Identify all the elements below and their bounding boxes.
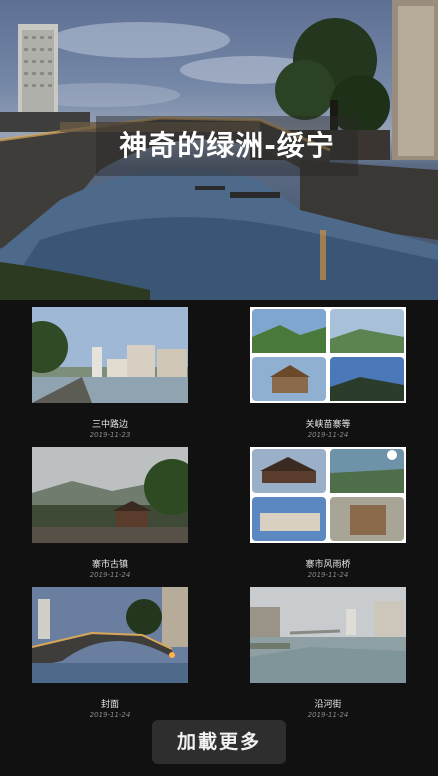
article-title[interactable]: 封面 bbox=[32, 697, 188, 710]
article-title[interactable]: 寨市风雨桥 bbox=[250, 557, 406, 570]
hero-title: 神奇的绿洲-绥宁 bbox=[96, 116, 358, 176]
article-thumbnail[interactable] bbox=[250, 307, 406, 403]
article-date: 2019-11-24 bbox=[89, 711, 131, 719]
article-date: 2019-11-24 bbox=[307, 711, 349, 719]
article-date: 2019-11-24 bbox=[307, 431, 349, 439]
article-thumbnail[interactable] bbox=[32, 587, 188, 683]
article-thumbnail[interactable] bbox=[250, 587, 406, 683]
article-title[interactable]: 关峡苗寨等 bbox=[250, 417, 406, 430]
article-title[interactable]: 三中路边 bbox=[32, 417, 188, 430]
article-grid: 三中路边 2019-11-23 关峡苗寨等 2019-11-24 寨市古镇 20… bbox=[0, 300, 438, 720]
load-more-button[interactable]: 加載更多 bbox=[152, 720, 286, 764]
article-thumbnail[interactable] bbox=[250, 447, 406, 543]
article-date: 2019-11-24 bbox=[89, 571, 131, 579]
article-thumbnail[interactable] bbox=[32, 307, 188, 403]
article-thumbnail[interactable] bbox=[32, 447, 188, 543]
article-title[interactable]: 沿河街 bbox=[250, 697, 406, 710]
article-title[interactable]: 寨市古镇 bbox=[32, 557, 188, 570]
article-date: 2019-11-24 bbox=[307, 571, 349, 579]
article-date: 2019-11-23 bbox=[89, 431, 131, 439]
hero-banner[interactable]: 神奇的绿洲-绥宁 bbox=[0, 0, 438, 300]
